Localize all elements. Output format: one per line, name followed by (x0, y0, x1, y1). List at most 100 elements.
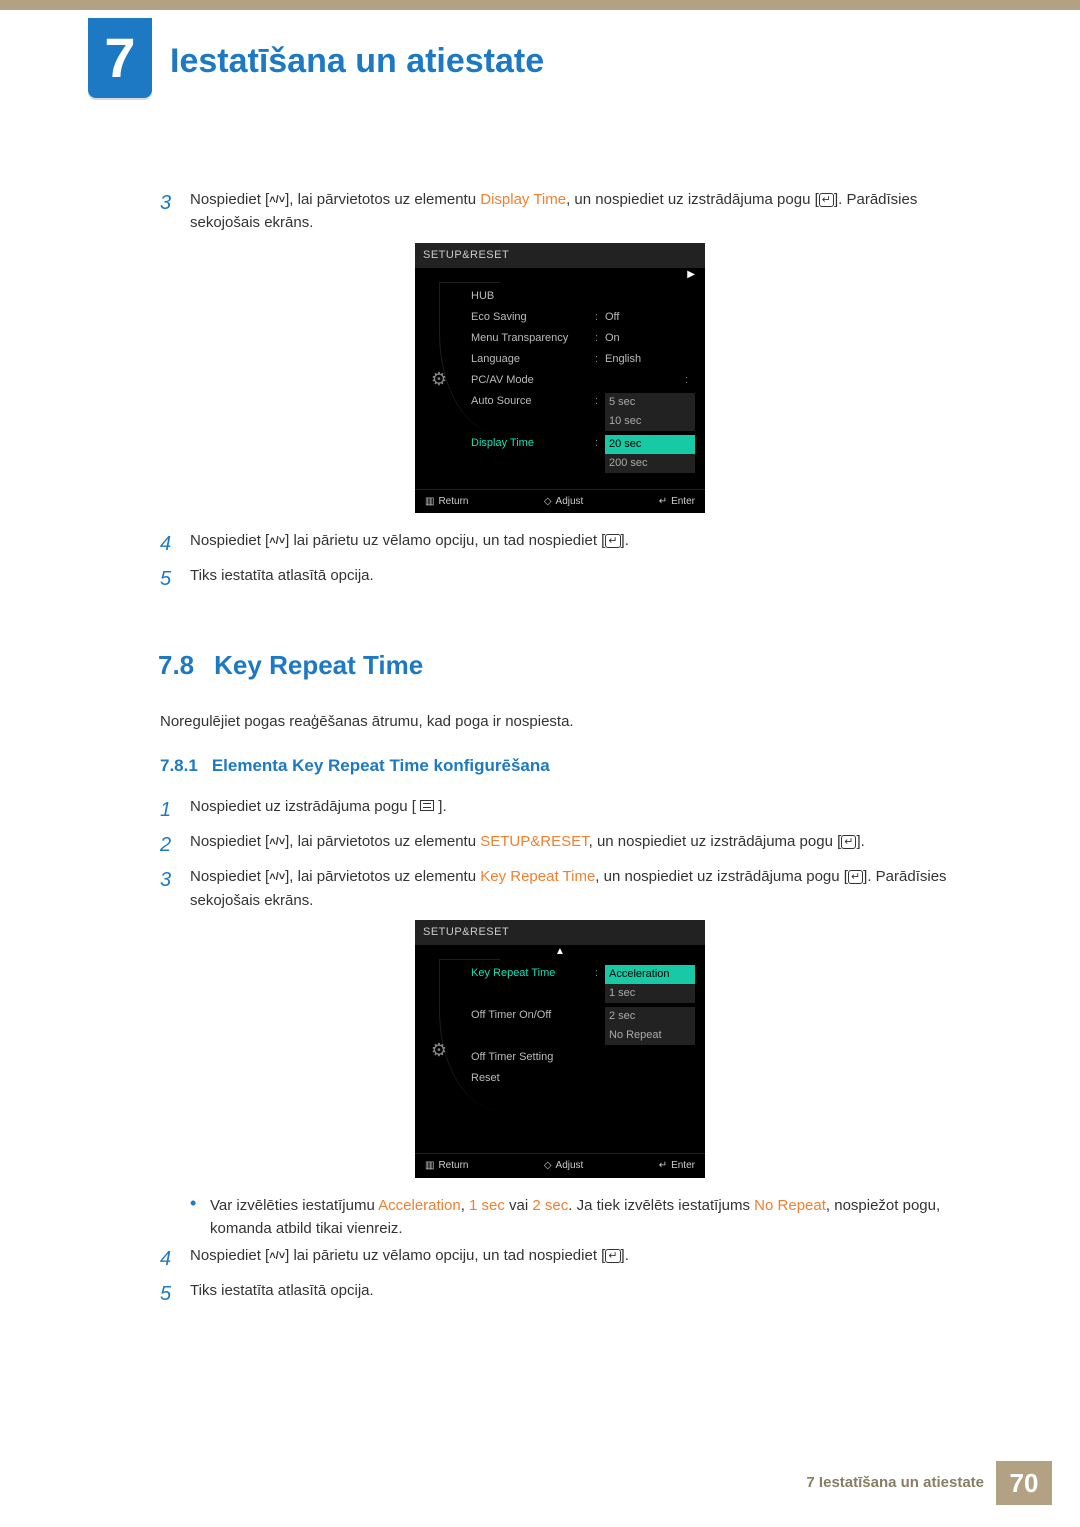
section-description: Noregulējiet pogas reaģēšanas ātrumu, ka… (160, 710, 960, 733)
subsection-number: 7.8.1 (160, 756, 198, 775)
osd-return-hint: ▥ Return (425, 494, 468, 510)
text: ], lai pārvietotos uz elementu (285, 868, 480, 885)
osd-option-selected: 20 sec (605, 435, 695, 454)
osd-options: Acceleration 1 sec (605, 965, 695, 1003)
step-4: 4 Nospiediet [˄/˅] lai pārietu uz vēlamo… (160, 529, 960, 560)
updown-icon: ˄/˅ (269, 837, 285, 848)
osd-adjust-hint: ◇ Adjust (544, 1158, 584, 1174)
osd-item: Off Timer Setting (471, 1049, 695, 1066)
section-number: 7.8 (158, 650, 194, 680)
step-number: 5 (160, 564, 190, 595)
osd-item: HUB (471, 288, 695, 305)
highlight-term: 1 sec (469, 1197, 505, 1214)
osd-options: 2 sec No Repeat (605, 1007, 695, 1045)
osd-item: PC/AV Mode (471, 372, 685, 389)
enter-icon: ↵ (848, 870, 863, 884)
step-7-8-1-5: 5 Tiks iestatīta atlasītā opcija. (160, 1279, 960, 1310)
updown-icon: ˄/˅ (269, 195, 285, 206)
enter-icon: ↵ (841, 835, 856, 849)
osd-option: 10 sec (605, 412, 695, 431)
page-footer: 7 Iestatīšana un atiestate 70 (806, 1461, 1052, 1505)
page-number: 70 (996, 1461, 1052, 1505)
enter-icon: ↵ (605, 1249, 620, 1263)
step-number: 3 (160, 188, 190, 235)
step-text: Tiks iestatīta atlasītā opcija. (190, 564, 960, 595)
text: Nospiediet [ (190, 833, 269, 850)
bullet-icon: • (190, 1194, 210, 1241)
highlight-term: Display Time (480, 191, 566, 208)
note-text: Var izvēlēties iestatījumu Acceleration,… (210, 1194, 960, 1241)
osd-item-active: Display Time (471, 435, 595, 473)
step-number: 4 (160, 529, 190, 560)
text: ]. (621, 1247, 629, 1264)
highlight-term: 2 sec (532, 1197, 568, 1214)
osd-footer: ▥ Return ◇ Adjust ↵ Enter (415, 489, 705, 514)
step-text: Nospiediet [˄/˅], lai pārvietotos uz ele… (190, 830, 960, 861)
osd-value: Off (605, 309, 695, 326)
osd-option: No Repeat (605, 1026, 695, 1045)
step-number: 2 (160, 830, 190, 861)
osd-panel-key-repeat: SETUP&RESET ▲ ⚙ Key Repeat Time: Acceler… (415, 920, 705, 1178)
osd-panel-display-time: SETUP&RESET ▶ ⚙ HUB Eco Saving:Off Menu … (415, 243, 705, 514)
step-number: 1 (160, 795, 190, 826)
text: Nospiediet [ (190, 532, 269, 549)
text: Nospiediet [ (190, 191, 269, 208)
step-text: Nospiediet [˄/˅], lai pārvietotos uz ele… (190, 188, 960, 235)
subsection-title: Elementa Key Repeat Time konfigurēšana (212, 756, 550, 775)
gear-icon: ⚙ (425, 963, 453, 1139)
text: ]. (621, 532, 629, 549)
text: , un nospiediet uz izstrādājuma pogu [ (595, 868, 848, 885)
text: Nospiediet [ (190, 1247, 269, 1264)
menu-icon (420, 800, 434, 811)
osd-item: Reset (471, 1070, 695, 1087)
top-accent-bar (0, 0, 1080, 10)
osd-value: On (605, 330, 695, 347)
subsection-heading-7-8-1: 7.8.1 Elementa Key Repeat Time konfigurēš… (160, 753, 960, 779)
chapter-number-badge: 7 (88, 18, 152, 98)
updown-icon: ˄/˅ (269, 1251, 285, 1262)
highlight-term: Key Repeat Time (480, 868, 595, 885)
text: ], lai pārvietotos uz elementu (285, 191, 480, 208)
footer-chapter-label: 7 Iestatīšana un atiestate (806, 1471, 984, 1494)
text: . Ja tiek izvēlēts iestatījums (568, 1197, 754, 1214)
step-7-8-1-1: 1 Nospiediet uz izstrādājuma pogu [ ]. (160, 795, 960, 826)
updown-icon: ˄/˅ (269, 536, 285, 547)
text: ]. (856, 833, 864, 850)
osd-option: 5 sec (605, 393, 695, 412)
step-7-8-1-3: 3 Nospiediet [˄/˅], lai pārvietotos uz e… (160, 865, 960, 912)
updown-icon: ˄/˅ (269, 872, 285, 883)
step-3: 3 Nospiediet [˄/˅], lai pārvietotos uz e… (160, 188, 960, 235)
text: ]. (434, 798, 447, 815)
osd-options: 5 sec 10 sec (605, 393, 695, 431)
highlight-term: No Repeat (754, 1197, 826, 1214)
osd-option: 200 sec (605, 454, 695, 473)
osd-enter-hint: ↵ Enter (659, 1158, 695, 1174)
text: ] lai pārietu uz vēlamo opciju, un tad n… (285, 532, 605, 549)
text: Nospiediet uz izstrādājuma pogu [ (190, 798, 420, 815)
osd-adjust-hint: ◇ Adjust (544, 494, 584, 510)
text: Var izvēlēties iestatījumu (210, 1197, 378, 1214)
page-content: 3 Nospiediet [˄/˅], lai pārvietotos uz e… (160, 188, 960, 1314)
osd-return-hint: ▥ Return (425, 1158, 468, 1174)
step-5: 5 Tiks iestatīta atlasītā opcija. (160, 564, 960, 595)
step-text: Nospiediet uz izstrādājuma pogu [ ]. (190, 795, 960, 826)
text: ], lai pārvietotos uz elementu (285, 833, 480, 850)
osd-options: 20 sec 200 sec (605, 435, 695, 473)
osd-title: SETUP&RESET (415, 243, 705, 268)
osd-value: English (605, 351, 695, 368)
step-7-8-1-2: 2 Nospiediet [˄/˅], lai pārvietotos uz e… (160, 830, 960, 861)
enter-icon: ↵ (819, 193, 834, 207)
section-title: Key Repeat Time (214, 650, 423, 680)
gear-icon: ⚙ (425, 286, 453, 475)
osd-option: 2 sec (605, 1007, 695, 1026)
text: , un nospiediet uz izstrādājuma pogu [ (566, 191, 819, 208)
text: , un nospiediet uz izstrādājuma pogu [ (589, 833, 842, 850)
step-text: Nospiediet [˄/˅] lai pārietu uz vēlamo o… (190, 1244, 960, 1275)
text: Nospiediet [ (190, 868, 269, 885)
highlight-term: Acceleration (378, 1197, 461, 1214)
osd-nav-arrow: ▶ (415, 268, 705, 282)
osd-title: SETUP&RESET (415, 920, 705, 945)
osd-option: 1 sec (605, 984, 695, 1003)
note-bullet: • Var izvēlēties iestatījumu Acceleratio… (160, 1194, 960, 1241)
text: ] lai pārietu uz vēlamo opciju, un tad n… (285, 1247, 605, 1264)
